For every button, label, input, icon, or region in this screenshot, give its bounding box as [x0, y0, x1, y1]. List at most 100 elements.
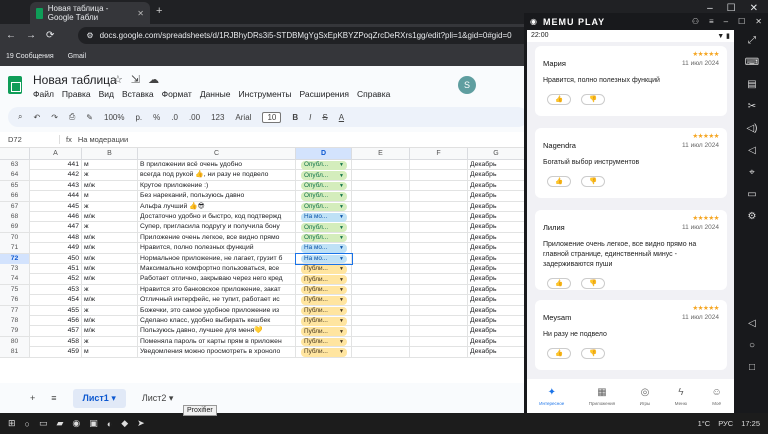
- folder-icon[interactable]: ▭: [747, 189, 756, 200]
- menu-file[interactable]: Файл: [33, 89, 54, 99]
- cell-month[interactable]: Декабрь: [468, 336, 525, 347]
- start-icon[interactable]: ⊞: [8, 418, 16, 429]
- chrome-icon[interactable]: ◉: [72, 418, 80, 429]
- number-format-button[interactable]: 123: [211, 113, 224, 122]
- cell-empty[interactable]: [410, 191, 468, 202]
- cell-id[interactable]: 453: [30, 284, 82, 295]
- cell-id[interactable]: 442: [30, 170, 82, 181]
- home-icon[interactable]: ○: [749, 340, 755, 351]
- bookmark-gmail[interactable]: Gmail: [68, 53, 86, 60]
- row-number[interactable]: 64: [0, 170, 30, 181]
- scissors-icon[interactable]: ✂: [748, 101, 756, 112]
- thumbs-down-icon[interactable]: 👎: [581, 348, 605, 359]
- all-sheets-icon[interactable]: ≡: [51, 393, 56, 403]
- status-chip[interactable]: Публи... ▼: [301, 296, 347, 305]
- cell-review[interactable]: Нравится, полно полезных функций: [138, 243, 296, 254]
- site-info-icon[interactable]: ⚙: [86, 31, 93, 40]
- cell-empty[interactable]: [410, 347, 468, 358]
- increase-decimal-button[interactable]: .00: [189, 113, 200, 122]
- table-row[interactable]: 67 445 ж Альфа лучший 👍😎 Опубл... ▼ Декабрь: [0, 201, 525, 212]
- explorer-icon[interactable]: ▰: [57, 418, 64, 429]
- cell-review[interactable]: Сделано класс, удобно выбирать кешбек: [138, 316, 296, 326]
- cell-month[interactable]: Декабрь: [468, 326, 525, 337]
- cell-empty[interactable]: [410, 316, 468, 326]
- column-header[interactable]: B: [82, 148, 138, 160]
- status-chip[interactable]: Публи... ▼: [301, 337, 347, 347]
- table-row[interactable]: 64 442 ж всегда под рукой 👍, ни разу не под…: [0, 170, 525, 181]
- cell-gender[interactable]: м: [82, 347, 138, 358]
- status-chip[interactable]: Опубл... ▼: [301, 192, 347, 201]
- cell-review[interactable]: Работает отлично, закрываю через него кр…: [138, 274, 296, 285]
- cell-id[interactable]: 458: [30, 336, 82, 347]
- cell-status[interactable]: Опубл... ▼: [296, 170, 352, 181]
- cell-empty[interactable]: [410, 326, 468, 337]
- cell-id[interactable]: 457: [30, 326, 82, 337]
- cell-empty[interactable]: [352, 201, 410, 212]
- menu-data[interactable]: Данные: [200, 89, 231, 99]
- cell-gender[interactable]: м/ж: [82, 274, 138, 285]
- cell-id[interactable]: 456: [30, 316, 82, 326]
- cell-empty[interactable]: [352, 295, 410, 306]
- cell-status[interactable]: Опубл... ▼: [296, 180, 352, 191]
- minimize-icon[interactable]: –: [724, 17, 728, 26]
- cell-month[interactable]: Декабрь: [468, 232, 525, 243]
- cell-gender[interactable]: м/ж: [82, 232, 138, 243]
- cell-review[interactable]: Нормальное приложение, не лагает, грузит…: [138, 253, 296, 264]
- row-number[interactable]: 67: [0, 201, 30, 212]
- cell-empty[interactable]: [410, 232, 468, 243]
- cell-review[interactable]: Альфа лучший 👍😎: [138, 201, 296, 212]
- table-row[interactable]: 68 446 м/ж Достаточно удобно и быстро, код …: [0, 212, 525, 223]
- text-color-icon[interactable]: A: [339, 113, 344, 122]
- row-number[interactable]: 73: [0, 264, 30, 274]
- volume-down-icon[interactable]: ◁: [748, 145, 756, 156]
- cell-review[interactable]: Приложение очень легкое, все видно прямо: [138, 232, 296, 243]
- nav-menu[interactable]: ϟ Меню: [675, 387, 687, 406]
- status-chip[interactable]: На мо... ▼: [301, 244, 347, 253]
- undo-icon[interactable]: ↶: [33, 113, 40, 122]
- status-chip[interactable]: Опубл... ▼: [301, 233, 347, 243]
- cell-status[interactable]: На мо... ▼: [296, 212, 352, 222]
- cell-gender[interactable]: м/ж: [82, 212, 138, 222]
- status-chip[interactable]: Публи... ▼: [301, 275, 347, 284]
- cell-id[interactable]: 443: [30, 180, 82, 191]
- column-header[interactable]: D: [296, 148, 352, 160]
- sheet-tab-2[interactable]: Лист2 ▾: [142, 393, 174, 404]
- row-number[interactable]: 78: [0, 316, 30, 326]
- cell-empty[interactable]: [352, 222, 410, 233]
- table-row[interactable]: 76 454 м/ж Отличный интерфейс, не тупит, ра…: [0, 295, 525, 306]
- cell-empty[interactable]: [352, 264, 410, 274]
- back-icon[interactable]: ◁: [748, 318, 756, 329]
- redo-icon[interactable]: ↷: [51, 113, 58, 122]
- thumbs-down-icon[interactable]: 👎: [581, 94, 605, 105]
- table-row[interactable]: 75 453 ж Нравится это банковское приложение…: [0, 284, 525, 296]
- table-row[interactable]: 80 458 ж Поменяла пароль от карты прям в пр…: [0, 336, 525, 348]
- sheet-tab-1[interactable]: Лист1 ▾: [72, 388, 126, 408]
- cell-empty[interactable]: [352, 170, 410, 181]
- row-number[interactable]: 81: [0, 347, 30, 358]
- status-chip[interactable]: Публи... ▼: [301, 265, 347, 274]
- search-icon[interactable]: ○: [25, 419, 30, 429]
- table-row[interactable]: 73 451 м/ж Максимально комфортно пользовать…: [0, 264, 525, 275]
- thumbs-up-icon[interactable]: 👍: [547, 176, 571, 187]
- cell-id[interactable]: 448: [30, 232, 82, 243]
- cell-empty[interactable]: [352, 305, 410, 316]
- cell-gender[interactable]: ж: [82, 201, 138, 212]
- table-row[interactable]: 63 441 м В приложении всё очень удобно Опубл…: [0, 160, 525, 171]
- cell-review[interactable]: Максимально комфортно пользоваться, все: [138, 264, 296, 274]
- cell-review[interactable]: Нравится это банковское приложение, зака…: [138, 284, 296, 295]
- percent-button[interactable]: %: [153, 113, 160, 122]
- telegram-icon[interactable]: ➤: [137, 418, 145, 429]
- cell-review[interactable]: Крутое приложение :): [138, 180, 296, 191]
- status-chip[interactable]: Публи... ▼: [301, 317, 347, 326]
- cell-empty[interactable]: [410, 284, 468, 295]
- cell-month[interactable]: Декабрь: [468, 212, 525, 222]
- cell-status[interactable]: На мо... ▼: [295, 252, 353, 265]
- row-number[interactable]: 70: [0, 232, 30, 243]
- cell-empty[interactable]: [410, 274, 468, 285]
- cell-empty[interactable]: [352, 243, 410, 254]
- table-row[interactable]: 71 449 м/ж Нравится, полно полезных функций…: [0, 243, 525, 254]
- cell-id[interactable]: 450: [30, 253, 82, 264]
- cell-gender[interactable]: м/ж: [82, 264, 138, 274]
- avatar[interactable]: S: [458, 76, 476, 94]
- decrease-decimal-button[interactable]: .0: [171, 113, 178, 122]
